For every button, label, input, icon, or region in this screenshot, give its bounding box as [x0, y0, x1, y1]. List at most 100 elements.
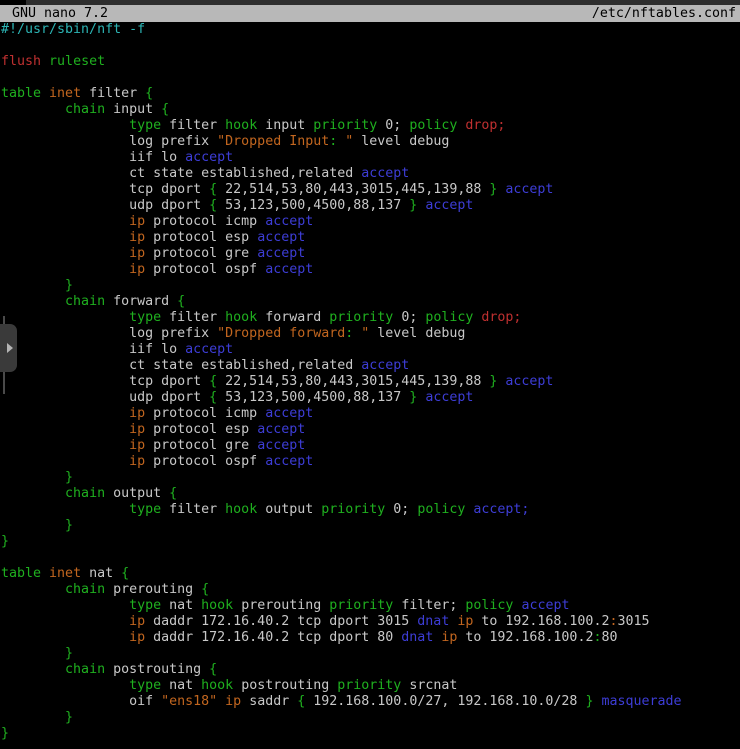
code-line[interactable] [1, 70, 739, 86]
code-line[interactable]: chain prerouting { [1, 582, 739, 598]
code-line[interactable]: } [1, 710, 739, 726]
code-segment [1, 678, 129, 693]
code-segment: accept [361, 358, 409, 373]
code-line[interactable]: ip protocol esp accept [1, 422, 739, 438]
code-segment: protocol esp [145, 422, 257, 437]
code-segment: filter [161, 118, 225, 133]
code-segment: accept [505, 182, 553, 197]
code-segment: ip [129, 438, 145, 453]
code-line[interactable]: log prefix "Dropped Input: " level debug [1, 134, 739, 150]
code-segment [1, 630, 129, 645]
code-line[interactable]: #!/usr/sbin/nft -f [1, 22, 739, 38]
code-line[interactable]: iif lo accept [1, 342, 739, 358]
code-line[interactable]: flush ruleset [1, 54, 739, 70]
code-line[interactable]: ip daddr 172.16.40.2 tcp dport 80 dnat i… [1, 630, 739, 646]
code-segment: ip [129, 406, 145, 421]
code-segment: #!/usr/sbin/nft -f [1, 22, 145, 37]
code-line[interactable] [1, 550, 739, 566]
code-segment [1, 214, 129, 229]
code-line[interactable]: iif lo accept [1, 150, 739, 166]
code-line[interactable] [1, 38, 739, 54]
code-segment [1, 118, 129, 133]
code-segment: tcp dport [1, 374, 209, 389]
code-line[interactable]: tcp dport { 22,514,53,80,443,3015,445,13… [1, 374, 739, 390]
side-panel-toggle[interactable] [0, 324, 17, 372]
code-line[interactable]: udp dport { 53,123,500,4500,88,137 } acc… [1, 390, 739, 406]
code-segment: 53,123,500,4500,88,137 [217, 198, 409, 213]
code-line[interactable]: ip protocol ospf accept [1, 454, 739, 470]
code-line[interactable]: tcp dport { 22,514,53,80,443,3015,445,13… [1, 182, 739, 198]
code-segment: accept [265, 454, 313, 469]
code-line[interactable]: type nat hook postrouting priority srcna… [1, 678, 739, 694]
code-line[interactable]: table inet nat { [1, 566, 739, 582]
file-path: /etc/nftables.conf [592, 5, 736, 22]
code-segment: 80 [601, 630, 617, 645]
code-segment: saddr [241, 694, 297, 709]
code-line[interactable]: log prefix "Dropped forward: " level deb… [1, 326, 739, 342]
code-segment: ip [457, 614, 473, 629]
editor-content[interactable]: #!/usr/sbin/nft -f flush ruleset table i… [1, 22, 739, 742]
code-line[interactable]: chain output { [1, 486, 739, 502]
code-line[interactable]: ct state established,related accept [1, 358, 739, 374]
code-segment: 192.168.100.0/27, 192.168.10.0/28 [305, 694, 585, 709]
code-segment: ip [129, 230, 145, 245]
code-segment: input [105, 102, 161, 117]
code-line[interactable]: ip protocol esp accept [1, 230, 739, 246]
code-line[interactable]: oif "ens18" ip saddr { 192.168.100.0/27,… [1, 694, 739, 710]
code-line[interactable]: ip protocol gre accept [1, 438, 739, 454]
code-segment: to 192.168.100.2 [457, 630, 593, 645]
code-line[interactable]: } [1, 534, 739, 550]
code-segment: " [353, 326, 369, 341]
code-segment: filter; [393, 598, 465, 613]
code-line[interactable]: } [1, 470, 739, 486]
code-segment [1, 246, 129, 261]
code-segment: ip [129, 262, 145, 277]
code-line[interactable]: ip protocol ospf accept [1, 262, 739, 278]
code-segment: ip [225, 694, 241, 709]
code-segment: masquerade [601, 694, 681, 709]
code-segment: 22,514,53,80,443,3015,445,139,88 [217, 374, 489, 389]
code-line[interactable]: ct state established,related accept [1, 166, 739, 182]
code-line[interactable]: chain postrouting { [1, 662, 739, 678]
code-line[interactable]: type filter hook forward priority 0; pol… [1, 310, 739, 326]
code-line[interactable]: type filter hook input priority 0; polic… [1, 118, 739, 134]
code-line[interactable]: ip daddr 172.16.40.2 tcp dport 3015 dnat… [1, 614, 739, 630]
code-line[interactable]: } [1, 726, 739, 742]
code-line[interactable]: ip protocol gre accept [1, 246, 739, 262]
code-segment: } [1, 534, 9, 549]
code-segment [1, 486, 65, 501]
code-line[interactable]: chain input { [1, 102, 739, 118]
code-segment: { [209, 182, 217, 197]
code-segment: chain [65, 662, 105, 677]
code-line[interactable]: chain forward { [1, 294, 739, 310]
code-segment: accept [265, 214, 313, 229]
code-segment: { [177, 294, 185, 309]
code-segment: input [257, 118, 313, 133]
code-segment: tcp dport [1, 182, 209, 197]
code-segment [1, 230, 129, 245]
chevron-right-icon [7, 343, 13, 353]
code-segment [1, 102, 65, 117]
code-line[interactable]: ip protocol icmp accept [1, 406, 739, 422]
code-segment: { [121, 566, 129, 581]
code-segment: hook [201, 678, 233, 693]
code-line[interactable]: udp dport { 53,123,500,4500,88,137 } acc… [1, 198, 739, 214]
code-segment: inet [49, 566, 81, 581]
code-line[interactable]: type nat hook prerouting priority filter… [1, 598, 739, 614]
code-line[interactable]: } [1, 278, 739, 294]
code-segment: accept [257, 230, 305, 245]
code-line[interactable]: } [1, 646, 739, 662]
code-segment: drop; [481, 310, 521, 325]
code-segment: nat [161, 678, 201, 693]
code-segment: ip [441, 630, 457, 645]
code-segment: protocol gre [145, 438, 257, 453]
code-line[interactable]: type filter hook output priority 0; poli… [1, 502, 739, 518]
code-segment [1, 646, 65, 661]
code-line[interactable]: table inet filter { [1, 86, 739, 102]
code-segment: 22,514,53,80,443,3015,445,139,88 [217, 182, 489, 197]
code-segment [1, 502, 129, 517]
code-line[interactable]: ip protocol icmp accept [1, 214, 739, 230]
code-segment: ip [129, 422, 145, 437]
code-line[interactable]: } [1, 518, 739, 534]
code-segment: log prefix [1, 134, 217, 149]
